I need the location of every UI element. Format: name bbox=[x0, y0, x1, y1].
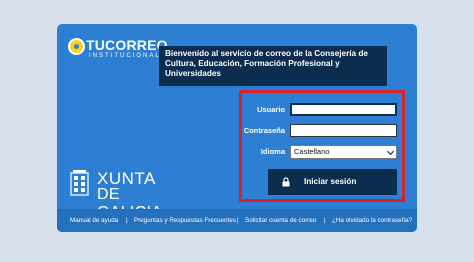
footer-separator: | bbox=[237, 217, 239, 224]
help-manual-link[interactable]: Manual de ayuda bbox=[70, 217, 118, 224]
language-selected-value: Castellano bbox=[294, 147, 330, 156]
password-label: Contraseña bbox=[243, 126, 285, 135]
lock-icon bbox=[282, 177, 290, 187]
chevron-down-icon bbox=[386, 147, 395, 156]
tucorreo-badge-icon bbox=[68, 38, 85, 55]
password-field[interactable] bbox=[290, 124, 397, 137]
language-select[interactable]: Castellano bbox=[290, 145, 397, 159]
request-account-link[interactable]: Solicitar cuenta de correo bbox=[245, 217, 316, 224]
tucorreo-logo: TUCORREO INSTITUCIONAL bbox=[68, 37, 168, 76]
login-button-label: Iniciar sesión bbox=[304, 177, 357, 186]
login-button[interactable]: Iniciar sesión bbox=[268, 169, 397, 195]
login-panel: TUCORREO INSTITUCIONAL Bienvenido al ser… bbox=[57, 24, 417, 232]
logo-title: TUCORREO bbox=[86, 37, 168, 53]
user-label: Usuario bbox=[257, 105, 285, 114]
language-label: Idioma bbox=[260, 147, 285, 156]
forgot-password-link[interactable]: ¿Ha olvidado la contraseña? bbox=[332, 217, 412, 224]
footer-separator: | bbox=[324, 217, 326, 224]
faq-link[interactable]: Preguntas y Respuestas Frecuentes bbox=[134, 217, 236, 224]
footer-separator: | bbox=[126, 217, 128, 224]
footer-bar: Manual de ayuda | Preguntas y Respuestas… bbox=[57, 209, 417, 232]
xunta-logo: XUNTA DE GALICIA bbox=[70, 166, 180, 221]
logo-subtitle: INSTITUCIONAL bbox=[89, 53, 161, 59]
welcome-message: Bienvenido al servicio de correo de la C… bbox=[159, 46, 387, 86]
xunta-emblem-icon bbox=[70, 170, 89, 196]
user-field[interactable] bbox=[290, 103, 397, 116]
